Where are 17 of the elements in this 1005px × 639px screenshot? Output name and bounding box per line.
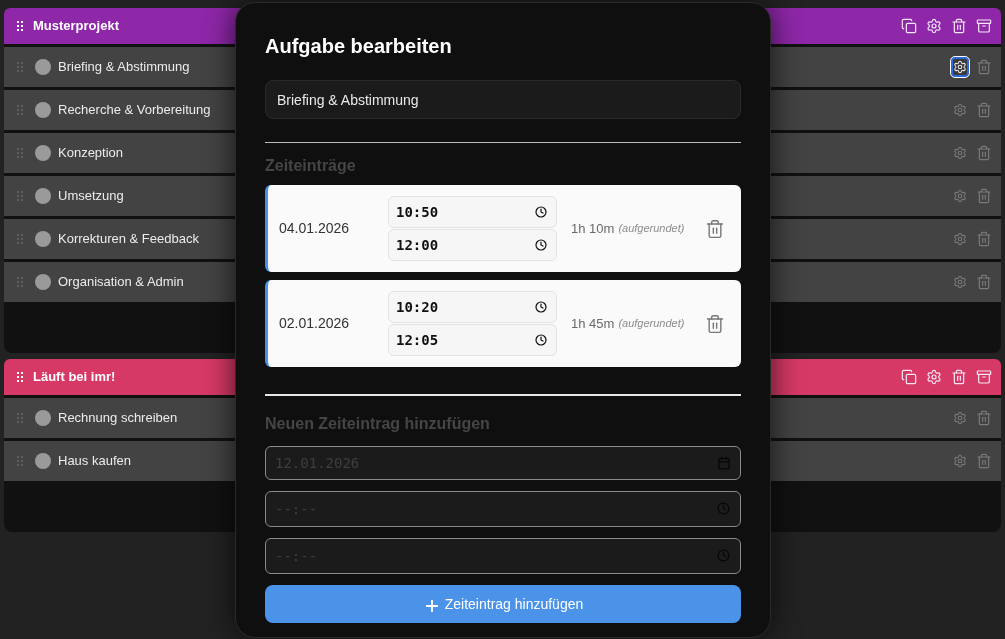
project-title: Musterprojekt [33,17,119,36]
rounding-note: (aufgerundet) [618,316,685,332]
task-name: Haus kaufen [58,452,131,471]
dialog-title: Aufgabe bearbeiten [265,34,453,59]
entry-date: 04.01.2026 [279,219,351,238]
entry-date: 02.01.2026 [279,314,351,333]
task-name: Konzeption [58,144,124,163]
task-name: Organisation & Admin [58,273,184,292]
rounding-note: (aufgerundet) [618,221,685,237]
task-name: Umsetzung [58,187,124,206]
entry-duration: 1h 10m [571,219,615,238]
entry-duration: 1h 45m [571,314,615,333]
task-name: Recherche & Vorbereitung [58,101,211,120]
task-name: Korrekturen & Feedback [58,230,199,249]
project-title: Läuft bei imr! [33,368,116,387]
task-name: Rechnung schreiben [58,409,178,428]
task-name: Briefing & Abstimmung [58,58,190,77]
